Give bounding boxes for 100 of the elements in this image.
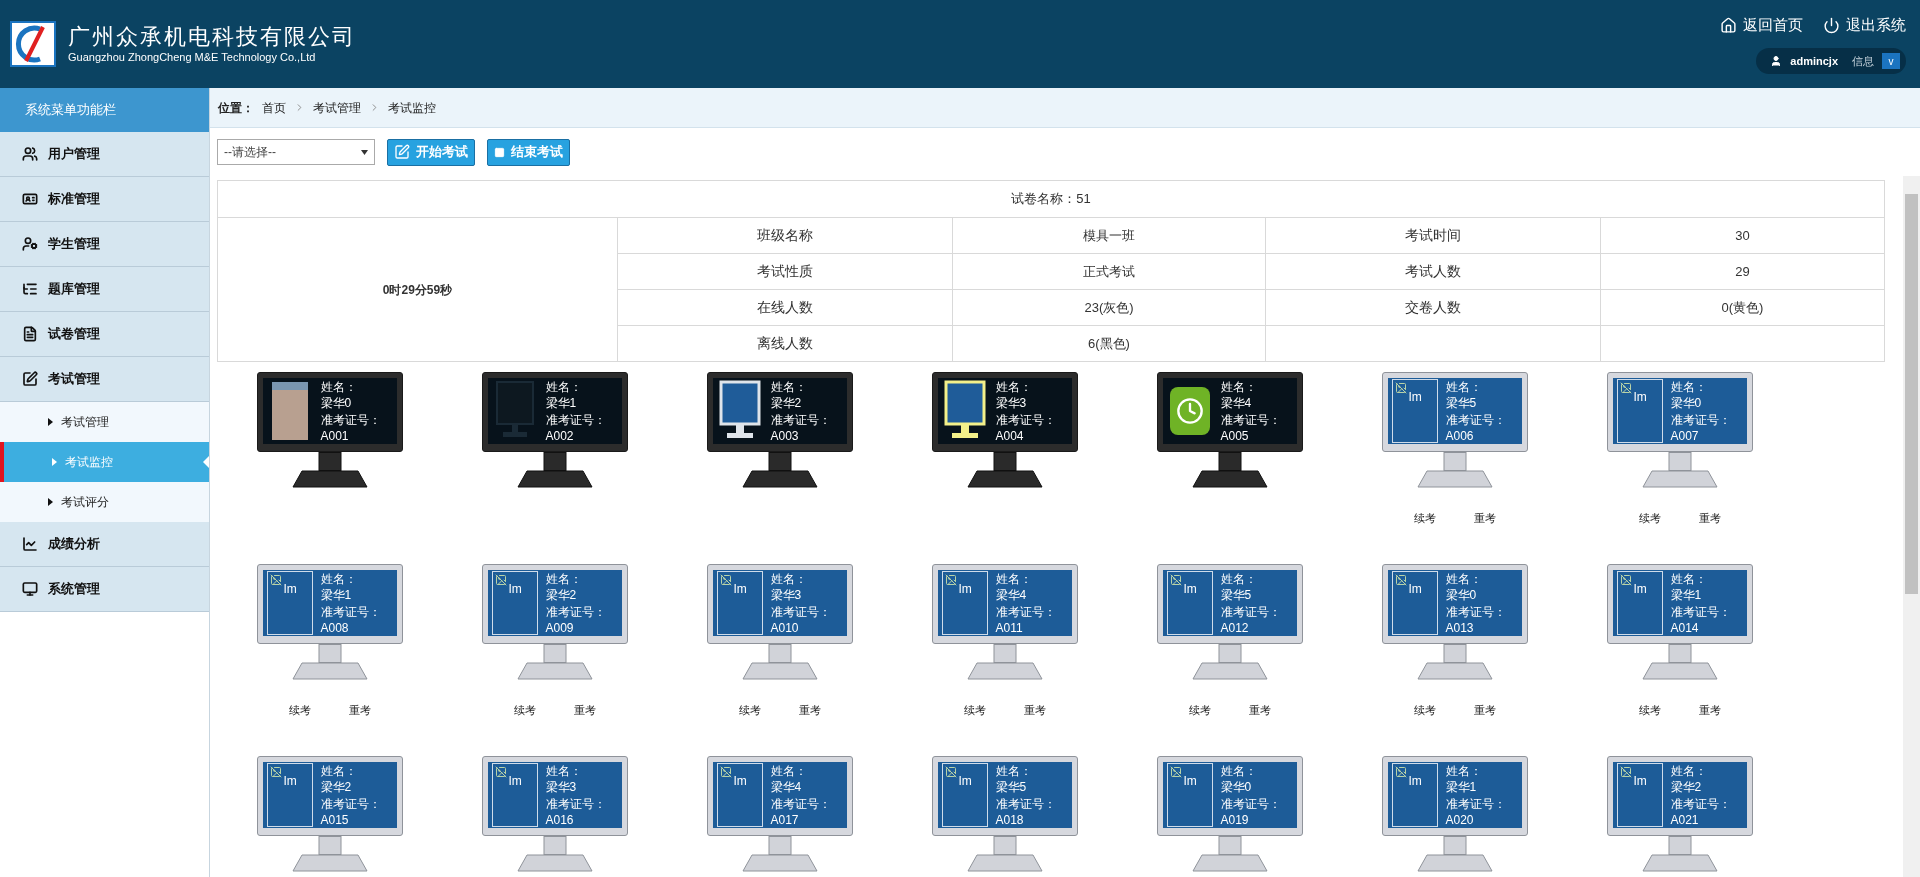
broken-image-icon	[944, 766, 957, 778]
exam-number: A013	[1445, 619, 1475, 636]
breadcrumb-label: 位置：	[218, 99, 254, 117]
student-name: 梁华0	[1445, 586, 1478, 603]
student-name: 梁华3	[770, 586, 803, 603]
resume-exam-link[interactable]: 续考	[1188, 702, 1211, 719]
resume-exam-link[interactable]: 续考	[1413, 510, 1436, 527]
field-value: 模具一班	[952, 217, 1266, 254]
exam-number: A001	[320, 427, 350, 444]
resume-exam-link[interactable]: 续考	[513, 702, 536, 719]
retake-exam-link[interactable]: 重考	[1473, 510, 1496, 527]
resume-exam-link[interactable]: 续考	[1638, 510, 1661, 527]
exam-number-label: 准考证号：	[1670, 411, 1731, 428]
id-card-icon	[22, 191, 38, 207]
exam-number: A014	[1670, 619, 1700, 636]
caret-icon	[48, 498, 53, 506]
submenu-item[interactable]: 考试评分	[0, 482, 209, 522]
name-label: 姓名：	[1445, 378, 1483, 395]
retake-exam-link[interactable]: 重考	[1473, 702, 1496, 719]
name-label: 姓名：	[545, 378, 583, 395]
name-label: 姓名：	[770, 570, 808, 587]
breadcrumb-link[interactable]: 考试管理	[313, 98, 361, 117]
line-chart-icon	[22, 536, 38, 552]
user-menu-toggle[interactable]: v	[1882, 53, 1900, 70]
sidebar-item[interactable]: 标准管理	[0, 177, 209, 222]
name-label: 姓名：	[545, 570, 583, 587]
scrollbar[interactable]	[1903, 176, 1920, 877]
student-name: 梁华4	[770, 778, 803, 795]
exam-number-label: 准考证号：	[995, 795, 1056, 812]
broken-image-icon	[1619, 574, 1632, 586]
exam-number: A018	[995, 811, 1025, 828]
field-label: 考试时间	[1265, 217, 1601, 254]
name-label: 姓名：	[1220, 378, 1258, 395]
retake-exam-link[interactable]: 重考	[1248, 702, 1271, 719]
exam-number: A002	[545, 427, 575, 444]
image-alt-text: Im	[1408, 581, 1422, 598]
breadcrumb-link[interactable]: 考试监控	[388, 98, 436, 117]
exam-number-label: 准考证号：	[1670, 603, 1731, 620]
resume-exam-link[interactable]: 续考	[738, 702, 761, 719]
caret-icon	[52, 458, 57, 466]
exam-number-label: 准考证号：	[1670, 795, 1731, 812]
retake-exam-link[interactable]: 重考	[1023, 702, 1046, 719]
broken-image-icon	[944, 574, 957, 586]
exam-number: A019	[1220, 811, 1250, 828]
logout-link[interactable]: 退出系统	[1823, 13, 1906, 37]
exam-number: A017	[770, 811, 800, 828]
home-link[interactable]: 返回首页	[1720, 13, 1803, 37]
resume-exam-link[interactable]: 续考	[288, 702, 311, 719]
exam-number: A016	[545, 811, 575, 828]
broken-image-icon	[1619, 382, 1632, 394]
retake-exam-link[interactable]: 重考	[1698, 702, 1721, 719]
exam-number: A005	[1220, 427, 1250, 444]
student-name: 梁华4	[995, 586, 1028, 603]
exam-number-label: 准考证号：	[1445, 603, 1506, 620]
retake-exam-link[interactable]: 重考	[1698, 510, 1721, 527]
exam-select[interactable]: --请选择--	[217, 139, 375, 165]
name-label: 姓名：	[1670, 570, 1708, 587]
field-value: 30	[1600, 217, 1885, 254]
exam-number: A006	[1445, 427, 1475, 444]
retake-exam-link[interactable]: 重考	[798, 702, 821, 719]
submenu-item[interactable]: 考试管理	[0, 402, 209, 442]
field-label: 在线人数	[617, 289, 953, 326]
field-label: 考试性质	[617, 253, 953, 290]
student-name: 梁华1	[1445, 778, 1478, 795]
paper-name: 试卷名称：51	[217, 180, 1885, 218]
name-label: 姓名：	[320, 762, 358, 779]
exam-number: A011	[995, 619, 1024, 636]
image-alt-text: Im	[1633, 581, 1647, 598]
resume-exam-link[interactable]: 续考	[1413, 702, 1436, 719]
username: admincjx	[1790, 54, 1838, 69]
sidebar-item[interactable]: 考试管理	[0, 357, 209, 402]
broken-image-icon	[1619, 766, 1632, 778]
exam-number: A003	[770, 427, 800, 444]
exam-number: A010	[770, 619, 800, 636]
retake-exam-link[interactable]: 重考	[348, 702, 371, 719]
exam-number-label: 准考证号：	[770, 411, 831, 428]
exam-number-label: 准考证号：	[320, 411, 381, 428]
student-name: 梁华5	[995, 778, 1028, 795]
resume-exam-link[interactable]: 续考	[963, 702, 986, 719]
student-name: 梁华3	[995, 394, 1028, 411]
broken-image-icon	[494, 766, 507, 778]
student-name: 梁华2	[320, 778, 353, 795]
name-label: 姓名：	[1445, 570, 1483, 587]
field-label: 考试人数	[1265, 253, 1601, 290]
image-alt-text: Im	[733, 773, 747, 790]
info-link[interactable]: 信息	[1852, 53, 1874, 70]
field-value: 0(黄色)	[1600, 289, 1885, 326]
sidebar-item[interactable]: 成绩分析	[0, 522, 209, 567]
breadcrumb-link[interactable]: 首页	[262, 98, 286, 117]
name-label: 姓名：	[1220, 570, 1258, 587]
student-name: 梁华2	[1670, 778, 1703, 795]
sidebar-item[interactable]: 学生管理	[0, 222, 209, 267]
sidebar-item[interactable]: 系统管理	[0, 567, 209, 612]
retake-exam-link[interactable]: 重考	[573, 702, 596, 719]
broken-image-icon	[1394, 766, 1407, 778]
sidebar-item[interactable]: 试卷管理	[0, 312, 209, 357]
sidebar-item[interactable]: 题库管理	[0, 267, 209, 312]
sidebar-item[interactable]: 用户管理	[0, 132, 209, 177]
resume-exam-link[interactable]: 续考	[1638, 702, 1661, 719]
users-icon	[22, 146, 38, 162]
